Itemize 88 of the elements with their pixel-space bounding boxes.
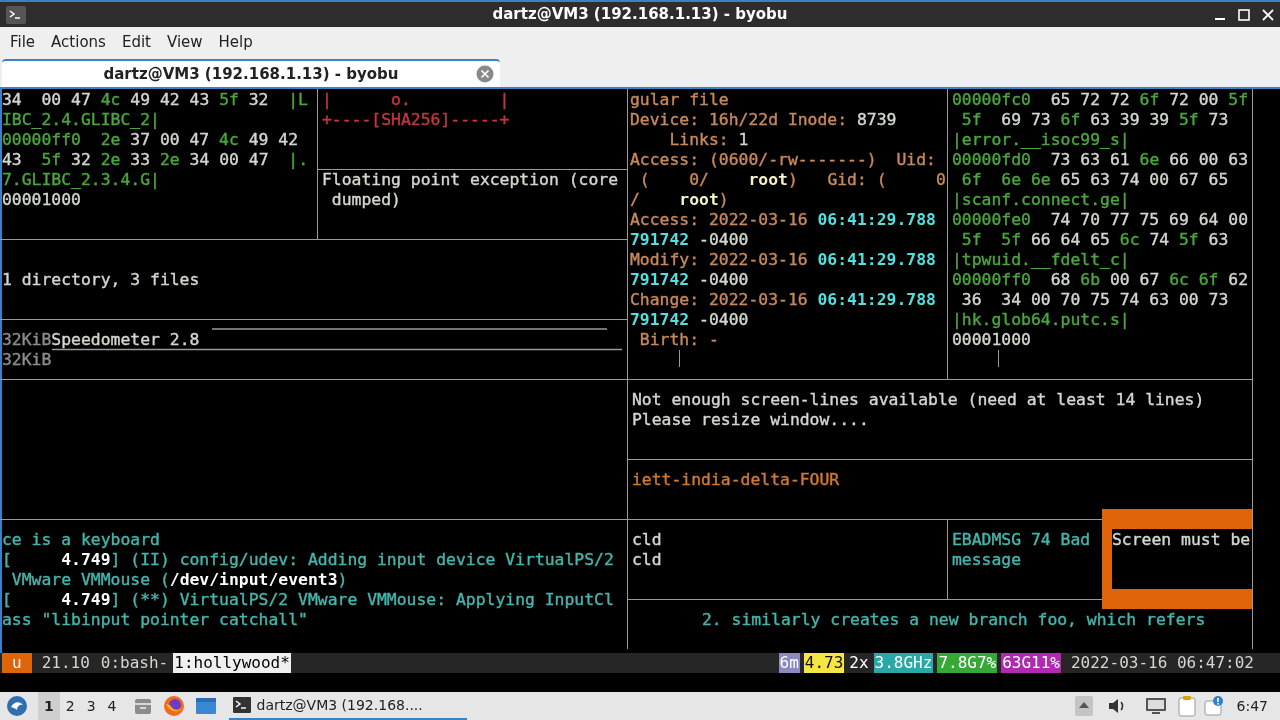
terminal-icon (232, 697, 251, 713)
menu-item[interactable]: View (158, 30, 211, 54)
terminal-line: Links: 1 (668, 129, 750, 150)
terminal-line: 1 directory, 3 files (2, 269, 200, 290)
status-datetime: 2022-03-16 06:47:02 (1070, 652, 1254, 673)
file-cabinet-icon[interactable] (132, 696, 153, 716)
terminal-line: Modify: 2022-03-16 06:41:29.788 (630, 249, 937, 270)
window-tab[interactable]: 1:hollywood* (173, 652, 291, 673)
terminal-line: 00001000 (2, 189, 82, 210)
terminal-line: ( 0/ root) Gid: ( 0 (638, 169, 946, 190)
terminal-line: Birth: - (638, 329, 720, 350)
terminal-line: Device: 16h/22d Inode: 8739 (630, 109, 898, 130)
terminal-line: 00000fc0 65 72 72 6f 72 00 5f (952, 89, 1249, 110)
terminal-line: message (952, 549, 1023, 570)
menu-item[interactable]: Edit (113, 30, 159, 54)
terminal-line: |scanf.connect.ge| (952, 189, 1131, 210)
terminal-icon (6, 5, 26, 24)
terminal-line: |tpwuid.__fdelt_c| (952, 249, 1131, 270)
taskbar-task[interactable]: dartz@VM3 (192.168.... (228, 692, 467, 720)
status-indicator: 3.8GHz (873, 652, 934, 673)
terminal-line: 7.GLIBC_2.3.4.G| (2, 169, 161, 190)
menu-item[interactable]: Actions (43, 30, 114, 54)
terminal-line: | o. | (322, 89, 510, 110)
tab[interactable]: dartz@VM3 (192.168.1.13) - byobu (2, 59, 500, 88)
terminal-line: Please resize window.... (632, 409, 870, 430)
terminal-line: ass "libinput pointer catchall" (2, 609, 309, 630)
terminal-line: [ 4.749] (II) config/udev: Adding input device VirtualPS/2 (2, 549, 614, 570)
menu-item[interactable]: File (2, 30, 44, 54)
terminal-line: 6f 6e 6e 65 63 74 00 67 65 (960, 169, 1230, 190)
terminal-line: 00000ff0 68 6b 00 67 6c 6f 62 (952, 269, 1249, 290)
menu-item[interactable]: Help (210, 30, 261, 54)
status-indicator: 63G11% (1001, 652, 1061, 673)
terminal-line: 36 34 00 70 75 74 63 00 73 (960, 289, 1230, 310)
status-indicator: 7.8G7% (937, 652, 998, 673)
folder-icon[interactable] (194, 696, 217, 716)
start-menu-icon[interactable] (6, 695, 28, 717)
terminal-line: Screen must be (1112, 529, 1251, 550)
terminal-line: VMware VMMouse (/dev/input/event3) (10, 569, 349, 590)
terminal-line: dumped) (330, 189, 402, 210)
terminal-line: |hk.glob64.putc.s| (952, 309, 1131, 330)
status-indicator: 4.73 (803, 652, 845, 673)
terminal-line: 34 00 47 4c 49 42 43 5f 32 |L (2, 89, 308, 110)
terminal-line: IBC_2.4.GLIBC_2| (2, 109, 161, 130)
terminal-line: [ 4.749] (**) VirtualPS/2 VMware VMMouse: Applying InputCl (2, 589, 614, 610)
terminal-line: 5f 5f 66 64 65 6c 74 5f 63 (960, 229, 1230, 250)
clipboard-icon[interactable] (1176, 695, 1197, 717)
terminal-line: 32KiBSpeedometer 2.8 (2, 329, 200, 350)
terminal-line: 791742 -0400 (630, 309, 750, 330)
terminal-line: EBADMSG 74 Bad (952, 529, 1091, 550)
close-icon[interactable] (1262, 8, 1274, 21)
terminal-line: Change: 2022-03-16 06:41:29.788 (630, 289, 937, 310)
terminal-line: ce is a keyboard (2, 529, 161, 550)
terminal-line: 00000fd0 73 63 61 6e 66 00 63 (952, 149, 1249, 170)
notification-icon[interactable] (1202, 695, 1225, 717)
monitor-icon[interactable] (1144, 696, 1167, 716)
terminal-line: Floating point exception (core (322, 169, 619, 190)
terminal-line: 5f 69 73 6f 63 39 39 5f 73 (960, 109, 1230, 130)
window-tab[interactable]: 0:bash- (99, 652, 170, 673)
terminal-line: 32KiB (2, 349, 53, 370)
terminal-line: Not enough screen-lines available (need at least 14 lines) (632, 389, 1205, 410)
maximize-icon[interactable] (1238, 8, 1250, 21)
workspace-button[interactable]: 4 (101, 691, 123, 720)
terminal-line: +----[SHA256]-----+ (322, 109, 510, 130)
terminal-line: 00001000 (952, 329, 1032, 350)
byobu-logo: u (2, 652, 32, 673)
terminal-line: / root) (630, 189, 730, 210)
terminal-line: 791742 -0400 (630, 269, 750, 290)
terminal-line: gular file (630, 89, 730, 110)
terminal-line: cld (632, 549, 662, 570)
terminal-line: 43 5f 32 2e 33 2e 34 00 47 |. (2, 149, 308, 170)
status-indicator: 6m (778, 652, 800, 673)
release-version: 21.10 (41, 652, 90, 673)
terminal-line: 00000ff0 2e 37 00 47 4c 49 42 (2, 129, 300, 150)
workspace-button[interactable]: 3 (80, 691, 102, 720)
terminal-line: |error.__isoc99_s| (952, 129, 1131, 150)
terminal-line: iett-india-delta-FOUR (632, 469, 840, 490)
workspace-button[interactable]: 2 (59, 691, 81, 720)
window-title: dartz@VM3 (192.168.1.13) - byobu (492, 4, 788, 26)
terminal-line: Access: 2022-03-16 06:41:29.788 (630, 209, 937, 230)
terminal-line: Access: (0600/-rw-------) Uid: (630, 149, 937, 170)
workspace-button[interactable]: 1 (38, 691, 60, 720)
clock: 6:47 (1236, 696, 1268, 716)
terminal-line: cld (632, 529, 662, 550)
browser-icon[interactable] (162, 695, 185, 717)
terminal-line: 791742 -0400 (630, 229, 750, 250)
tray-expand-icon[interactable] (1074, 696, 1093, 716)
terminal-line: 00000fe0 74 70 77 75 69 64 00 (952, 209, 1249, 230)
terminal-line: 2. similarly creates a new branch foo, which refers (702, 609, 1206, 630)
